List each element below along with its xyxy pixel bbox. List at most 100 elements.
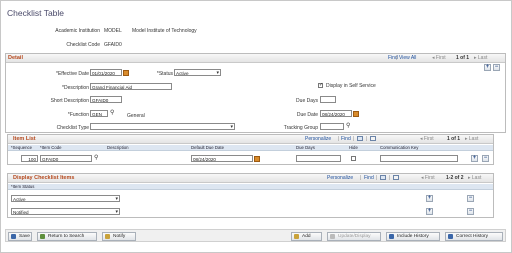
col-description: Description: [107, 145, 129, 150]
update-display-button[interactable]: Update/Display: [327, 232, 381, 241]
download-icon[interactable]: [370, 136, 376, 141]
delete-row-button[interactable]: −: [467, 195, 474, 202]
effective-date-input[interactable]: 01/01/2020: [90, 69, 122, 76]
display-items-last[interactable]: ▸ Last: [468, 175, 481, 181]
correct-history-button[interactable]: Correct History: [445, 232, 503, 241]
calendar-icon[interactable]: [353, 111, 359, 117]
detail-last-label: Last: [477, 55, 488, 61]
col-hide: Hide: [349, 145, 358, 150]
checklist-type-select[interactable]: [90, 123, 235, 130]
description-input[interactable]: Grand Financial Aid: [90, 83, 172, 90]
first-arrow-icon: ◂: [420, 136, 423, 142]
detail-view-all-link[interactable]: View All: [399, 55, 416, 61]
add-row-button[interactable]: +: [471, 155, 478, 162]
institution-name: Model Institute of Technology: [132, 28, 197, 34]
display-items-column-header: [8, 184, 493, 190]
hide-checkbox[interactable]: [351, 156, 356, 161]
separator: |: [366, 136, 368, 142]
status-select[interactable]: Active: [174, 69, 221, 76]
checklist-code: GFAID0: [104, 42, 122, 48]
checklist-code-label: Checklist Code: [66, 42, 100, 48]
item-list-first-label: First: [423, 136, 434, 142]
search-icon[interactable]: ⚲: [94, 155, 98, 161]
function-input[interactable]: GEN: [90, 110, 108, 117]
self-service-label: Display in Self Service: [326, 83, 376, 89]
next-arrow-icon: ▸: [474, 55, 477, 61]
return-icon: [40, 234, 45, 239]
return-to-search-button[interactable]: Return to Search: [37, 232, 97, 241]
function-description: General: [127, 113, 145, 119]
display-items-personalize-link[interactable]: Personalize: [327, 175, 353, 181]
default-due-date-input[interactable]: 08/24/2020: [191, 155, 253, 162]
detail-first[interactable]: ◂ First: [432, 55, 446, 61]
display-items-title: Display Checklist Items: [13, 175, 75, 181]
notify-button[interactable]: Notify: [102, 232, 136, 241]
notify-label: Notify: [113, 234, 126, 239]
detail-last[interactable]: ▸ Last: [474, 55, 487, 61]
item-list-last-label: Last: [468, 136, 479, 142]
page-toolbar: Save Return to Search Notify Add Update/…: [5, 229, 506, 242]
display-items-last-label: Last: [471, 175, 482, 181]
item-list-first[interactable]: ◂ First: [420, 136, 434, 142]
institution-code: MODEL: [104, 28, 122, 34]
display-items-pager: 1-2 of 2: [446, 175, 464, 181]
display-items-find-link[interactable]: Find: [364, 175, 374, 181]
communication-key-input[interactable]: [380, 155, 458, 162]
description-label: *Description: [62, 85, 89, 91]
col-item-status: *Item Status: [11, 184, 35, 189]
first-arrow-icon: ◂: [421, 175, 424, 181]
tracking-group-input[interactable]: [320, 123, 344, 130]
effective-date-label: *Effective Date: [56, 71, 89, 77]
detail-header: [6, 54, 505, 63]
search-icon[interactable]: ⚲: [110, 110, 114, 116]
col-item-code: *Item Code: [40, 145, 62, 150]
item-status-select[interactable]: Notified: [11, 208, 120, 215]
due-days-label: Due Days: [296, 98, 318, 104]
save-label: Save: [19, 234, 30, 239]
add-icon: [294, 234, 299, 239]
due-date-input[interactable]: 08/24/2020: [320, 110, 352, 117]
col-default-due-date: Default Due Date: [191, 145, 224, 150]
include-history-button[interactable]: Include History: [386, 232, 440, 241]
item-list-column-header: [8, 145, 493, 151]
item-list-find-link[interactable]: Find: [341, 136, 351, 142]
add-row-button[interactable]: +: [484, 64, 491, 71]
add-row-button[interactable]: +: [426, 195, 433, 202]
function-label: *Function: [67, 112, 89, 118]
add-button[interactable]: Add: [291, 232, 322, 241]
item-list-personalize-link[interactable]: Personalize: [305, 136, 331, 142]
detail-title: Detail: [8, 55, 23, 61]
save-button[interactable]: Save: [8, 232, 32, 241]
calendar-icon[interactable]: [123, 70, 129, 76]
update-icon: [330, 234, 335, 239]
update-display-label: Update/Display: [338, 234, 371, 239]
sequence-input[interactable]: 100: [21, 155, 38, 162]
include-history-label: Include History: [397, 234, 429, 239]
view-all-grid-icon[interactable]: [380, 175, 386, 180]
first-arrow-icon: ◂: [432, 55, 435, 61]
tracking-group-label: Tracking Group: [283, 125, 318, 131]
status-label: *Status: [156, 71, 173, 77]
separator: |: [353, 136, 355, 142]
display-items-first[interactable]: ◂ First: [421, 175, 435, 181]
short-description-label: Short Description: [50, 98, 89, 104]
item-list-last[interactable]: ▸ Last: [465, 136, 478, 142]
delete-row-button[interactable]: −: [467, 208, 474, 215]
item-code-input[interactable]: GFAID0: [40, 155, 92, 162]
next-arrow-icon: ▸: [465, 136, 468, 142]
search-icon[interactable]: ⚲: [346, 123, 350, 129]
detail-section: [5, 53, 506, 133]
correct-history-label: Correct History: [456, 234, 488, 239]
delete-row-button[interactable]: −: [493, 64, 500, 71]
calendar-icon[interactable]: [254, 156, 260, 162]
self-service-checkbox[interactable]: [318, 82, 323, 88]
short-description-input[interactable]: GFAID0: [90, 96, 122, 103]
add-row-button[interactable]: +: [426, 208, 433, 215]
item-status-select[interactable]: Active: [11, 195, 120, 202]
page-title: Checklist Table: [7, 8, 65, 18]
download-icon[interactable]: [393, 175, 399, 180]
due-days-input[interactable]: [296, 155, 341, 162]
due-days-input[interactable]: [320, 96, 336, 103]
delete-row-button[interactable]: −: [482, 155, 489, 162]
view-all-grid-icon[interactable]: [357, 136, 363, 141]
